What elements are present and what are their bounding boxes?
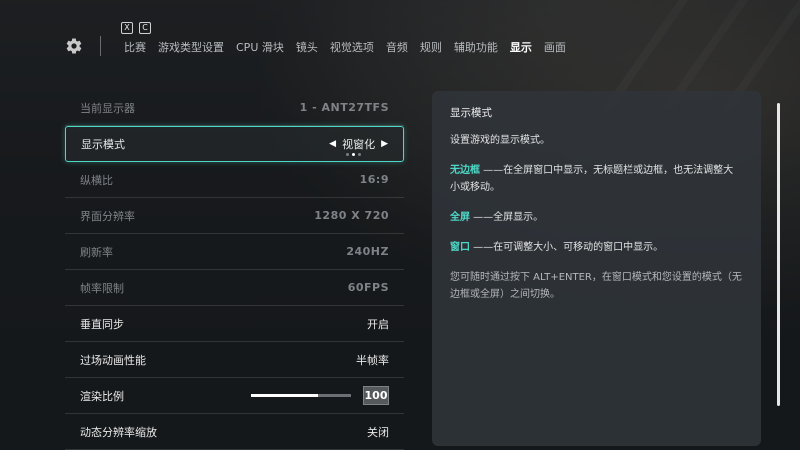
panel-title: 显示模式 (450, 107, 492, 119)
tab-rules[interactable]: 规则 (420, 39, 442, 55)
key-hint-x: X (121, 22, 133, 34)
key-hints: X C (121, 22, 151, 34)
nav-divider (100, 36, 101, 56)
panel-option-borderless: 无边框 ——在全屏窗口中显示，无标题栏或边框，也无法调整大小或移动。 (450, 162, 743, 196)
setting-row-frame-limit: 帧率限制 60FPS (65, 270, 404, 306)
setting-value: 1 - ANT27TFS (299, 101, 389, 114)
key-hint-c: C (139, 22, 151, 34)
gear-icon[interactable] (65, 37, 83, 55)
setting-value: 60FPS (347, 281, 389, 294)
setting-row-aspect-ratio: 纵横比 16:9 (65, 162, 404, 198)
setting-row-current-display: 当前显示器 1 - ANT27TFS (65, 90, 404, 126)
setting-row-render-scale[interactable]: 渲染比例 100 (65, 378, 404, 414)
setting-label: 显示模式 (81, 138, 125, 151)
tab-graphics[interactable]: 画面 (544, 39, 566, 55)
setting-row-ui-resolution: 界面分辨率 1280 X 720 (65, 198, 404, 234)
setting-label: 动态分辨率缩放 (80, 425, 157, 439)
option-dot-active (352, 153, 356, 156)
setting-label: 界面分辨率 (80, 209, 135, 223)
option-term: 无边框 (450, 165, 480, 176)
option-dots (346, 153, 362, 156)
setting-row-vsync[interactable]: 垂直同步 开启 (65, 306, 404, 342)
tab-display[interactable]: 显示 (510, 39, 532, 55)
tab-accessibility[interactable]: 辅助功能 (454, 39, 498, 55)
setting-row-dynamic-resolution[interactable]: 动态分辨率缩放 关闭 (65, 414, 404, 450)
option-desc: ——在全屏窗口中显示，无标题栏或边框，也无法调整大小或移动。 (450, 165, 734, 193)
scrollbar[interactable] (777, 103, 780, 406)
setting-value: 半帧率 (356, 353, 389, 367)
display-mode-selector[interactable]: ◀ 视窗化 ▶ (329, 136, 388, 156)
panel-option-windowed: 窗口 ——在可调整大小、可移动的窗口中显示。 (450, 239, 743, 256)
setting-label: 垂直同步 (80, 317, 124, 331)
option-dot (358, 153, 362, 156)
setting-value: 视窗化 (342, 138, 376, 151)
setting-value: 1280 X 720 (314, 209, 389, 222)
render-scale-control[interactable]: 100 (251, 386, 389, 405)
option-term: 窗口 (450, 242, 470, 253)
tab-audio[interactable]: 音频 (386, 39, 408, 55)
render-scale-value: 100 (363, 386, 389, 405)
option-desc: ——在可调整大小、可移动的窗口中显示。 (470, 242, 664, 253)
option-dot (346, 153, 350, 156)
arrow-right-icon[interactable]: ▶ (381, 139, 388, 149)
setting-label: 帧率限制 (80, 281, 124, 295)
tab-game-type-settings[interactable]: 游戏类型设置 (158, 39, 224, 55)
render-scale-slider[interactable] (251, 394, 351, 397)
setting-row-refresh-rate: 刷新率 240HZ (65, 234, 404, 270)
setting-label: 纵横比 (80, 173, 113, 187)
tab-camera[interactable]: 镜头 (296, 39, 318, 55)
description-panel: 显示模式 设置游戏的显示模式。 无边框 ——在全屏窗口中显示，无标题栏或边框，也… (432, 91, 761, 446)
slider-fill (251, 394, 318, 397)
setting-label: 渲染比例 (80, 389, 124, 403)
tab-match[interactable]: 比赛 (124, 39, 146, 55)
setting-row-cutscene-performance[interactable]: 过场动画性能 半帧率 (65, 342, 404, 378)
settings-list: 当前显示器 1 - ANT27TFS 显示模式 ◀ 视窗化 ▶ 纵横比 16:9… (65, 90, 404, 450)
setting-value: 开启 (367, 317, 389, 331)
setting-value: 关闭 (367, 425, 389, 439)
tab-visual-options[interactable]: 视觉选项 (330, 39, 374, 55)
setting-label: 当前显示器 (80, 101, 135, 115)
setting-value: 240HZ (346, 245, 389, 258)
setting-label: 刷新率 (80, 245, 113, 259)
tab-cpu-sliders[interactable]: CPU 滑块 (236, 39, 284, 55)
arrow-left-icon[interactable]: ◀ (329, 139, 336, 149)
panel-note: 您可随时通过按下 ALT+ENTER，在窗口模式和您设置的模式（无边框或全屏）之… (450, 272, 742, 300)
option-desc: ——全屏显示。 (470, 212, 544, 223)
setting-label: 过场动画性能 (80, 353, 146, 367)
panel-intro: 设置游戏的显示模式。 (450, 135, 550, 146)
setting-row-display-mode[interactable]: 显示模式 ◀ 视窗化 ▶ (65, 126, 404, 162)
option-term: 全屏 (450, 212, 470, 223)
panel-option-fullscreen: 全屏 ——全屏显示。 (450, 209, 743, 226)
setting-value: 16:9 (359, 173, 389, 186)
top-nav: 比赛 游戏类型设置 CPU 滑块 镜头 视觉选项 音频 规则 辅助功能 显示 画… (124, 39, 578, 55)
